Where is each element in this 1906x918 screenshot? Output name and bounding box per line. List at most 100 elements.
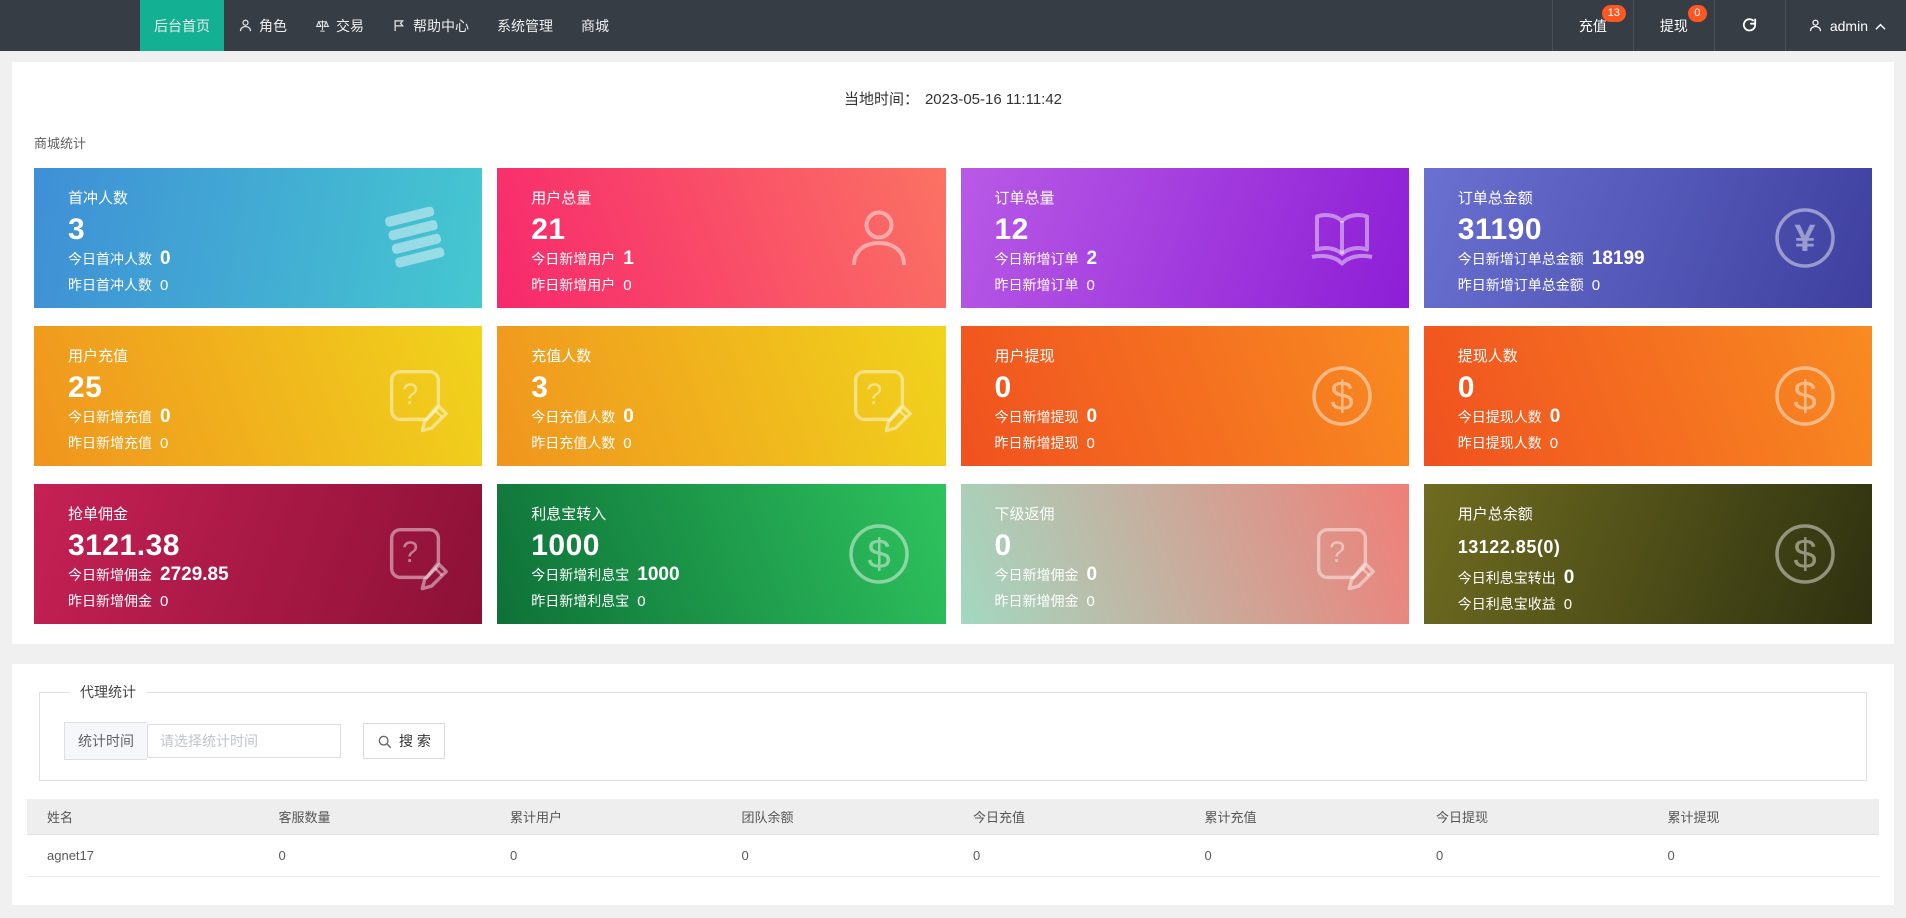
recharge-badge: 13 xyxy=(1601,5,1626,22)
person-icon xyxy=(238,18,253,33)
card-yesterday-line: 昨日新增用户 0 xyxy=(531,277,632,294)
stat-card-interest-transfer-in: 利息宝转入 1000 今日新增利息宝 1000 昨日新增利息宝 0 $ xyxy=(497,484,946,624)
stat-card-withdraw-users: 提现人数 0 今日提现人数 0 昨日提现人数 0 $ xyxy=(1423,326,1872,466)
svg-text:?: ? xyxy=(402,537,418,569)
column-header-5: 累计充值 xyxy=(1184,799,1416,835)
nav-tab-mall[interactable]: 商城 xyxy=(567,0,623,51)
table-cell-0: agnet17 xyxy=(27,834,259,877)
card-yesterday-line: 昨日新增佣金 0 xyxy=(68,593,169,610)
table-cell-4: 0 xyxy=(953,834,1185,877)
book-icon xyxy=(1305,201,1379,275)
table-cell-3: 0 xyxy=(721,834,953,877)
agent-table: 姓名 客服数量 累计用户 团队余额 今日充值 累计充值 今日提现 累计提现 agnet17 0 0… xyxy=(27,799,1879,877)
search-button-label: 搜 索 xyxy=(399,733,431,749)
card-yesterday-line: 昨日充值人数 0 xyxy=(531,435,632,452)
withdraw-label: 提现 xyxy=(1659,17,1688,34)
dollar-icon: $ xyxy=(1768,517,1842,591)
svg-text:¥: ¥ xyxy=(1794,218,1815,260)
nav-tab-label: 角色 xyxy=(259,17,287,34)
column-header-2: 累计用户 xyxy=(490,799,722,835)
card-yesterday-line: 昨日新增提现 0 xyxy=(994,435,1095,452)
svg-text:$: $ xyxy=(1330,372,1353,419)
user-icon xyxy=(842,201,916,275)
edit-doc-icon: ? xyxy=(378,359,452,433)
dollar-icon: $ xyxy=(1768,359,1842,433)
nav-tab-label: 交易 xyxy=(336,17,364,34)
column-header-1: 客服数量 xyxy=(258,799,490,835)
svg-text:?: ? xyxy=(402,379,418,411)
agent-panel: 代理统计 统计时间 搜 索 姓名客服数量累计用户团队余额今日充值累计充值今日提现… xyxy=(12,664,1894,905)
dollar-icon: $ xyxy=(842,517,916,591)
stat-card-recharge-users: 充值人数 3 今日充值人数 0 昨日充值人数 0 ? xyxy=(497,326,946,466)
nav-tab-label: 帮助中心 xyxy=(413,17,469,34)
nav-tab-help-center[interactable]: 帮助中心 xyxy=(378,0,483,51)
local-time-value: 2023-05-16 11:11:42 xyxy=(924,91,1063,108)
stat-card-order-commission: 抢单佣金 3121.38 今日新增佣金 2729.85 昨日新增佣金 0 ? xyxy=(34,484,483,624)
layers-icon xyxy=(378,201,452,275)
withdraw-button[interactable]: 提现 0 xyxy=(1632,0,1714,51)
stat-time-label: 统计时间 xyxy=(64,722,147,760)
stat-card-sub-rebate: 下级返佣 0 今日新增佣金 0 昨日新增佣金 0 ? xyxy=(960,484,1409,624)
table-cell-2: 0 xyxy=(490,834,722,877)
nav-right: 充值 13 提现 0 admin xyxy=(1551,0,1906,51)
flag-icon xyxy=(392,18,407,33)
refresh-button[interactable] xyxy=(1713,0,1785,51)
card-yesterday-line: 昨日新增订单 0 xyxy=(994,277,1095,294)
local-time: 当地时间： 2023-05-16 11:11:42 xyxy=(12,62,1894,109)
nav-actions: 充值 13 提现 0 xyxy=(1551,0,1714,51)
table-cell-1: 0 xyxy=(258,834,490,877)
svg-text:?: ? xyxy=(1329,537,1345,569)
edit-doc-icon: ? xyxy=(1305,517,1379,591)
withdraw-badge: 0 xyxy=(1687,5,1707,22)
stat-cards-grid: 首冲人数 3 今日首冲人数 0 昨日首冲人数 0 用户总量 21 今日新增用户 1 昨… xyxy=(12,152,1894,624)
nav-tab-label: 商城 xyxy=(581,17,609,34)
svg-text:?: ? xyxy=(866,379,882,411)
stat-card-total-users: 用户总量 21 今日新增用户 1 昨日新增用户 0 xyxy=(497,168,946,308)
nav-tab-system[interactable]: 系统管理 xyxy=(483,0,567,51)
search-button[interactable]: 搜 索 xyxy=(363,723,445,759)
stats-section-title: 商城统计 xyxy=(34,136,87,151)
column-header-0: 姓名 xyxy=(27,799,259,835)
user-menu[interactable]: admin xyxy=(1784,0,1906,51)
dollar-icon: $ xyxy=(1305,359,1379,433)
agent-filter-row: 统计时间 搜 索 xyxy=(56,722,1850,760)
edit-doc-icon: ? xyxy=(842,359,916,433)
local-time-label: 当地时间： xyxy=(843,91,919,108)
card-yesterday-line: 昨日新增充值 0 xyxy=(68,435,169,452)
search-icon xyxy=(377,734,392,749)
refresh-icon xyxy=(1741,17,1759,34)
nav-tab-label: 后台首页 xyxy=(154,17,210,34)
svg-text:$: $ xyxy=(1793,372,1816,419)
table-cell-5: 0 xyxy=(1184,834,1416,877)
user-icon xyxy=(1808,18,1823,33)
nav-tab-label: 系统管理 xyxy=(497,17,553,34)
recharge-button[interactable]: 充值 13 xyxy=(1551,0,1633,51)
svg-text:$: $ xyxy=(1793,530,1816,577)
card-yesterday-line: 昨日新增利息宝 0 xyxy=(531,593,646,610)
nav-menu: 后台首页 角色 交易 帮助中心 系统管理 商城 xyxy=(140,0,623,51)
agent-section-title: 代理统计 xyxy=(80,684,136,700)
card-yesterday-line: 昨日提现人数 0 xyxy=(1457,435,1559,452)
stats-panel: 当地时间： 2023-05-16 11:11:42 商城统计 首冲人数 3 今日首… xyxy=(12,62,1894,644)
table-header-row: 姓名 客服数量 累计用户 团队余额 今日充值 累计充值 今日提现 累计提现 xyxy=(27,799,1879,835)
column-header-3: 团队余额 xyxy=(721,799,953,835)
agent-fieldset: 代理统计 统计时间 搜 索 xyxy=(39,682,1867,781)
table-cell-6: 0 xyxy=(1416,834,1648,877)
stat-card-total-order-amount: 订单总金额 31190 今日新增订单总金额 18199 昨日新增订单总金额 0 ¥ xyxy=(1423,168,1872,308)
card-yesterday-line: 昨日新增订单总金额 0 xyxy=(1457,277,1601,294)
edit-doc-icon: ? xyxy=(378,517,452,591)
nav-tab-home[interactable]: 后台首页 xyxy=(140,0,224,51)
card-yesterday-line: 昨日首冲人数 0 xyxy=(68,277,169,294)
nav-tab-roles[interactable]: 角色 xyxy=(224,0,301,51)
stat-card-user-recharge: 用户充值 25 今日新增充值 0 昨日新增充值 0 ? xyxy=(34,326,483,466)
stat-card-total-orders: 订单总量 12 今日新增订单 2 昨日新增订单 0 xyxy=(960,168,1409,308)
stat-card-user-withdraw: 用户提现 0 今日新增提现 0 昨日新增提现 0 $ xyxy=(960,326,1409,466)
yen-icon: ¥ xyxy=(1768,201,1842,275)
stat-card-user-total-balance: 用户总余额 13122.85(0) 今日利息宝转出 0 今日利息宝收益 0 $ xyxy=(1423,484,1872,624)
column-header-4: 今日充值 xyxy=(953,799,1185,835)
top-navbar: 后台首页 角色 交易 帮助中心 系统管理 商城 充值 13 提现 0 admin xyxy=(0,0,1906,51)
table-row: agnet17 0 0 0 0 0 0 0 xyxy=(27,834,1879,877)
stat-time-input[interactable] xyxy=(147,724,341,758)
nav-tab-trade[interactable]: 交易 xyxy=(301,0,378,51)
stat-card-first-recharge-users: 首冲人数 3 今日首冲人数 0 昨日首冲人数 0 xyxy=(34,168,483,308)
